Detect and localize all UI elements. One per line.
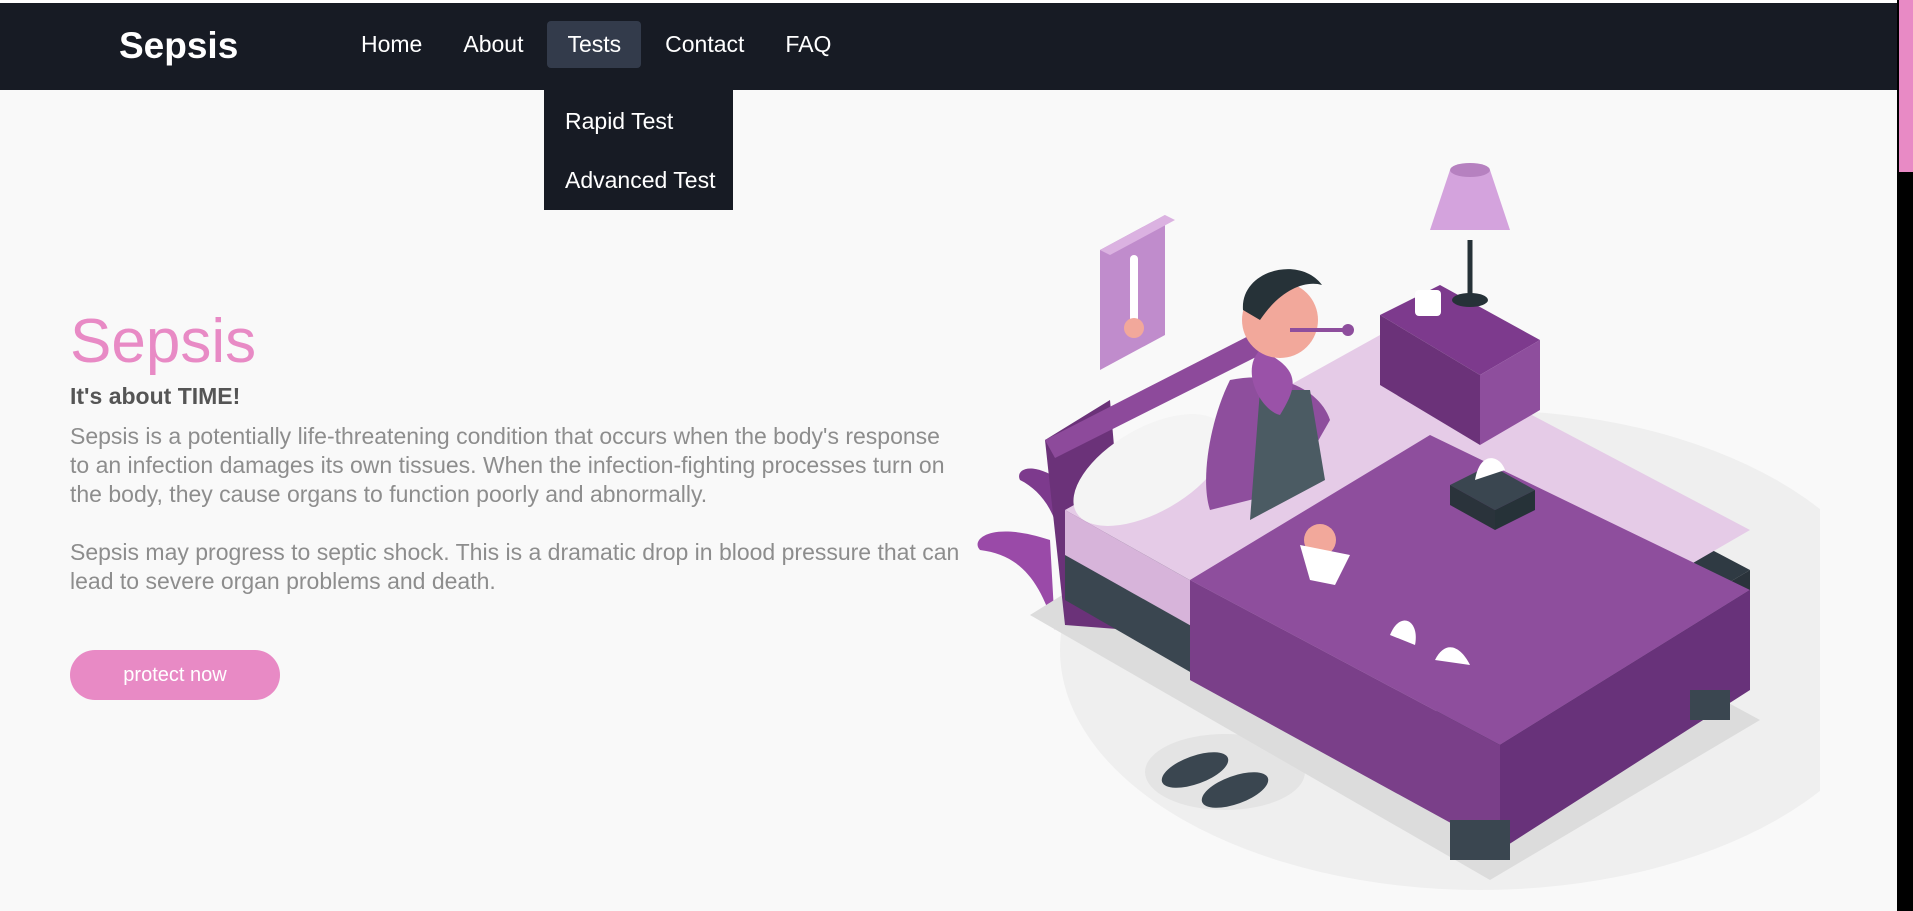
nav-about[interactable]: About xyxy=(446,21,540,68)
nav-home[interactable]: Home xyxy=(344,21,439,68)
vertical-scrollbar[interactable] xyxy=(1897,0,1913,911)
navbar: Sepsis Home About Tests Contact FAQ xyxy=(0,3,1897,90)
hero-paragraph-1: Sepsis is a potentially life-threatening… xyxy=(70,423,945,507)
nav-faq[interactable]: FAQ xyxy=(768,21,848,68)
scrollbar-thumb[interactable] xyxy=(1899,0,1913,172)
nav-contact[interactable]: Contact xyxy=(648,21,761,68)
hero-paragraph-2: Sepsis may progress to septic shock. Thi… xyxy=(70,539,960,594)
nav-links: Home About Tests Contact FAQ xyxy=(344,21,855,68)
protect-now-button[interactable]: protect now xyxy=(70,650,280,700)
hero-title: Sepsis xyxy=(70,307,257,376)
brand-logo[interactable]: Sepsis xyxy=(119,25,238,67)
dropdown-item-rapid-test[interactable]: Rapid Test xyxy=(544,106,733,165)
hero-section: Sepsis It's about TIME! Sepsis is a pote… xyxy=(70,305,960,596)
tests-dropdown-menu: Rapid Test Advanced Test xyxy=(544,90,733,210)
nav-tests[interactable]: Tests xyxy=(547,21,642,68)
hero-subtitle: It's about TIME! xyxy=(70,383,241,409)
sick-patient-in-bed-illustration xyxy=(960,160,1900,895)
dropdown-item-advanced-test[interactable]: Advanced Test xyxy=(544,165,733,224)
